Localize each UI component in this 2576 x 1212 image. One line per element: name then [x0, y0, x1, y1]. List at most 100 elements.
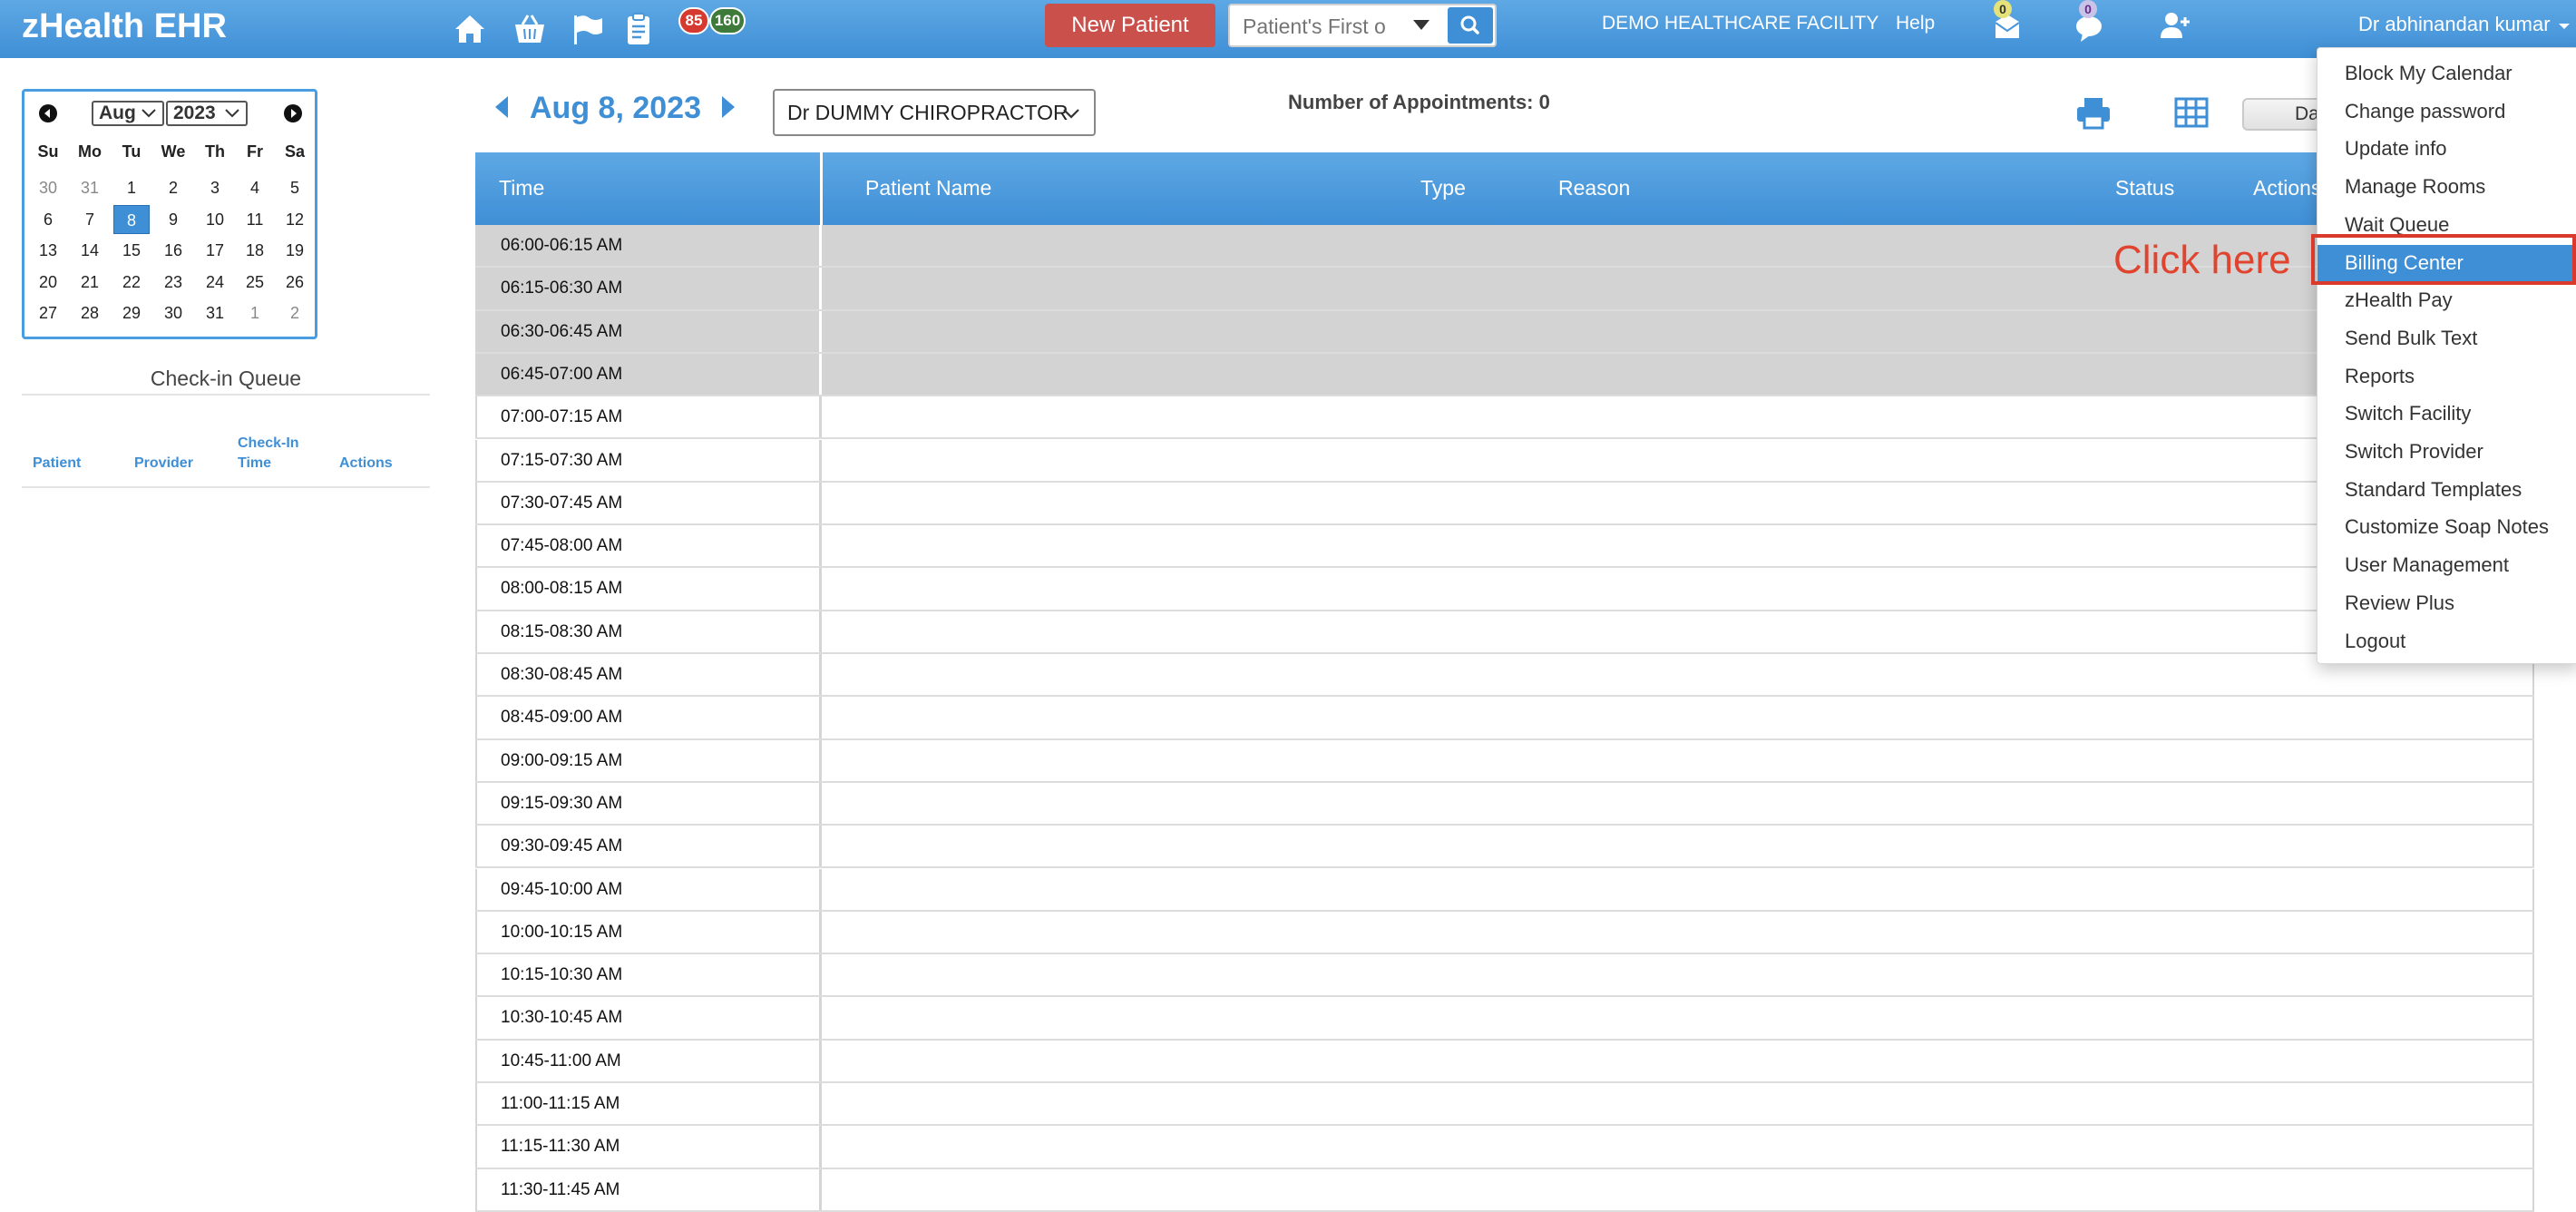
calendar-day[interactable]: 7 — [72, 205, 108, 234]
queue-col-actions[interactable]: Actions — [339, 454, 393, 474]
appointment-cell[interactable] — [822, 396, 2534, 438]
menu-item-reports[interactable]: Reports — [2317, 358, 2576, 395]
calendar-day[interactable]: 14 — [72, 236, 108, 265]
menu-item-zhealth-pay[interactable]: zHealth Pay — [2317, 282, 2576, 318]
appointment-cell[interactable] — [822, 868, 2534, 910]
appointment-cell[interactable] — [822, 739, 2534, 781]
schedule-row[interactable]: 08:30-08:45 AM — [475, 654, 2534, 698]
schedule-row[interactable]: 09:30-09:45 AM — [475, 826, 2534, 869]
user-menu-toggle[interactable]: Dr abhinandan kumar — [2358, 13, 2571, 36]
prev-month-button[interactable] — [39, 104, 57, 122]
calendar-day[interactable]: 13 — [30, 236, 66, 265]
calendar-day[interactable]: 21 — [72, 268, 108, 297]
schedule-row[interactable]: 07:00-07:15 AM — [475, 396, 2534, 440]
calendar-day[interactable]: 29 — [113, 298, 150, 327]
schedule-row[interactable]: 09:00-09:15 AM — [475, 739, 2534, 783]
appointment-cell[interactable] — [822, 568, 2534, 610]
new-patient-button[interactable]: New Patient — [1045, 4, 1215, 47]
calendar-day[interactable]: 22 — [113, 268, 150, 297]
calendar-day[interactable]: 12 — [277, 205, 313, 234]
calendar-day[interactable]: 9 — [155, 205, 191, 234]
appointment-cell[interactable] — [822, 954, 2534, 996]
calendar-day[interactable]: 5 — [277, 173, 313, 202]
appointment-cell[interactable] — [822, 310, 2534, 352]
schedule-row[interactable]: 08:00-08:15 AM — [475, 568, 2534, 611]
appointment-cell[interactable] — [822, 697, 2534, 738]
facility-name[interactable]: DEMO HEALTHCARE FACILITY — [1602, 13, 1878, 34]
alerts-badge[interactable]: 85 — [678, 7, 709, 34]
month-select[interactable]: Aug — [92, 101, 164, 126]
flag-icon[interactable] — [570, 11, 606, 47]
calendar-day[interactable]: 2 — [277, 298, 313, 327]
menu-item-review-plus[interactable]: Review Plus — [2317, 585, 2576, 621]
appointment-cell[interactable] — [822, 525, 2534, 567]
next-month-button[interactable] — [284, 104, 302, 122]
calendar-day[interactable]: 26 — [277, 268, 313, 297]
schedule-row[interactable]: 11:15-11:30 AM — [475, 1126, 2534, 1169]
appointment-cell[interactable] — [822, 1040, 2534, 1081]
appointment-cell[interactable] — [822, 654, 2534, 696]
calendar-day[interactable]: 1 — [113, 173, 150, 202]
calendar-day[interactable]: 30 — [30, 173, 66, 202]
add-user-icon[interactable] — [2159, 9, 2191, 42]
calendar-day[interactable]: 28 — [72, 298, 108, 327]
menu-item-update-info[interactable]: Update info — [2317, 131, 2576, 167]
calendar-day[interactable]: 2 — [155, 173, 191, 202]
menu-item-customize-soap-notes[interactable]: Customize Soap Notes — [2317, 509, 2576, 545]
schedule-row[interactable]: 08:45-09:00 AM — [475, 697, 2534, 740]
schedule-row[interactable]: 11:30-11:45 AM — [475, 1168, 2534, 1212]
calendar-day[interactable]: 1 — [237, 298, 273, 327]
schedule-row[interactable]: 10:00-10:15 AM — [475, 911, 2534, 955]
home-icon[interactable] — [452, 11, 488, 47]
calendar-day[interactable]: 27 — [30, 298, 66, 327]
menu-item-user-management[interactable]: User Management — [2317, 547, 2576, 583]
appointment-cell[interactable] — [822, 439, 2534, 481]
schedule-row[interactable]: 10:45-11:00 AM — [475, 1040, 2534, 1083]
appointment-cell[interactable] — [822, 782, 2534, 825]
schedule-row[interactable]: 06:30-06:45 AM — [475, 310, 2534, 354]
calendar-day[interactable]: 3 — [197, 173, 233, 202]
schedule-row[interactable]: 07:15-07:30 AM — [475, 439, 2534, 483]
appointment-cell[interactable] — [822, 353, 2534, 396]
schedule-row[interactable]: 06:45-07:00 AM — [475, 353, 2534, 397]
year-select[interactable]: 2023 — [166, 101, 248, 126]
calendar-day[interactable]: 17 — [197, 236, 233, 265]
queue-col-checkin[interactable]: Check-In Time — [238, 434, 299, 474]
calendar-day[interactable]: 30 — [155, 298, 191, 327]
menu-item-change-password[interactable]: Change password — [2317, 93, 2576, 130]
schedule-row[interactable]: 08:15-08:30 AM — [475, 611, 2534, 654]
schedule-row[interactable]: 11:00-11:15 AM — [475, 1083, 2534, 1127]
tasks-badge[interactable]: 160 — [709, 7, 746, 34]
calendar-day[interactable]: 15 — [113, 236, 150, 265]
calendar-day[interactable]: 20 — [30, 268, 66, 297]
calendar-day[interactable]: 31 — [197, 298, 233, 327]
menu-item-manage-rooms[interactable]: Manage Rooms — [2317, 169, 2576, 205]
schedule-row[interactable]: 10:30-10:45 AM — [475, 997, 2534, 1041]
calendar-day[interactable]: 16 — [155, 236, 191, 265]
calendar-day[interactable]: 10 — [197, 205, 233, 234]
calendar-day[interactable]: 11 — [237, 205, 273, 234]
prev-day-arrow-icon[interactable] — [495, 96, 508, 118]
calendar-day[interactable]: 23 — [155, 268, 191, 297]
appointment-cell[interactable] — [822, 1126, 2534, 1168]
calendar-day[interactable]: 19 — [277, 236, 313, 265]
schedule-row[interactable]: 07:30-07:45 AM — [475, 482, 2534, 526]
appointment-cell[interactable] — [822, 1168, 2534, 1210]
schedule-row[interactable]: 09:15-09:30 AM — [475, 782, 2534, 826]
appointment-cell[interactable] — [822, 611, 2534, 652]
menu-item-switch-facility[interactable]: Switch Facility — [2317, 396, 2576, 432]
next-day-arrow-icon[interactable] — [722, 96, 735, 118]
menu-item-block-my-calendar[interactable]: Block My Calendar — [2317, 55, 2576, 92]
provider-select[interactable]: Dr DUMMY CHIROPRACTOR — [773, 89, 1096, 136]
menu-item-send-bulk-text[interactable]: Send Bulk Text — [2317, 320, 2576, 357]
appointment-cell[interactable] — [822, 997, 2534, 1039]
calendar-day[interactable]: 31 — [72, 173, 108, 202]
appointment-cell[interactable] — [822, 1083, 2534, 1125]
search-filter-dropdown-icon[interactable] — [1413, 20, 1429, 30]
schedule-row[interactable]: 07:45-08:00 AM — [475, 525, 2534, 569]
menu-item-standard-templates[interactable]: Standard Templates — [2317, 472, 2576, 508]
menu-item-switch-provider[interactable]: Switch Provider — [2317, 434, 2576, 470]
appointment-cell[interactable] — [822, 826, 2534, 867]
schedule-row[interactable]: 09:45-10:00 AM — [475, 868, 2534, 912]
calendar-day[interactable]: 24 — [197, 268, 233, 297]
